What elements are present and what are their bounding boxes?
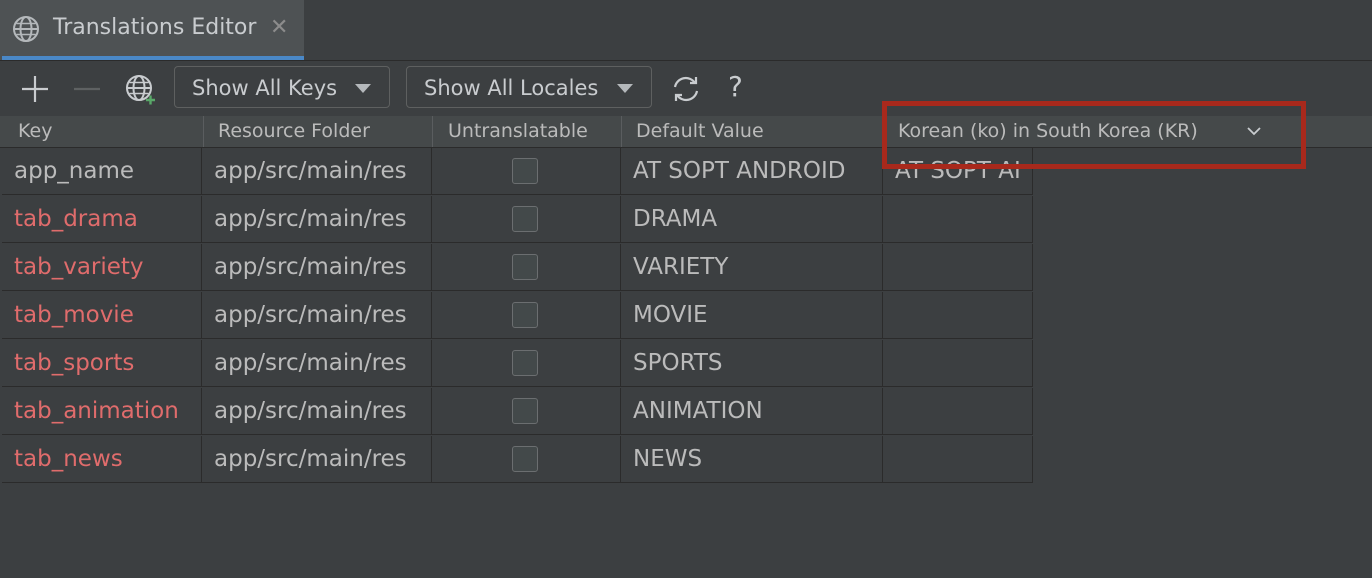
resource-folder-cell[interactable]: app/src/main/res: [202, 244, 432, 291]
default-value-cell[interactable]: ANIMATION: [621, 388, 883, 435]
table-row[interactable]: app_name app/src/main/res AT SOPT ANDROID A…: [2, 148, 1033, 196]
untranslatable-checkbox[interactable]: [512, 206, 538, 232]
tab-title: Translations Editor: [53, 15, 257, 40]
key-cell[interactable]: tab_news: [2, 436, 202, 483]
key-cell[interactable]: tab_movie: [2, 292, 202, 339]
add-locale-globe-icon[interactable]: [124, 73, 156, 105]
translations-table: app_name app/src/main/res AT SOPT ANDROID A…: [2, 148, 1033, 484]
reload-icon[interactable]: [670, 74, 702, 104]
chevron-down-icon: [355, 84, 371, 93]
column-separator: [883, 116, 884, 147]
untranslatable-cell: [432, 388, 621, 435]
locale-value-cell[interactable]: AT SOPT AI: [883, 148, 1033, 195]
table-row[interactable]: tab_variety app/src/main/res VARIETY: [2, 244, 1033, 292]
locale-value-cell[interactable]: [883, 244, 1033, 291]
locale-value-cell[interactable]: [883, 388, 1033, 435]
column-header-locale[interactable]: Korean (ko) in South Korea (KR): [898, 116, 1198, 147]
locale-value-cell[interactable]: [883, 196, 1033, 243]
resource-folder-cell[interactable]: app/src/main/res: [202, 196, 432, 243]
default-value-cell[interactable]: MOVIE: [621, 292, 883, 339]
editor-tab-bar: Translations Editor ✕: [0, 0, 1372, 61]
table-row[interactable]: tab_animation app/src/main/res ANIMATION: [2, 388, 1033, 436]
column-header-default-value[interactable]: Default Value: [636, 116, 764, 147]
untranslatable-checkbox[interactable]: [512, 302, 538, 328]
locale-value-cell[interactable]: [883, 292, 1033, 339]
show-all-keys-dropdown[interactable]: Show All Keys: [174, 66, 390, 108]
minus-icon[interactable]: [72, 74, 102, 104]
untranslatable-checkbox[interactable]: [512, 254, 538, 280]
table-row[interactable]: tab_sports app/src/main/res SPORTS: [2, 340, 1033, 388]
column-separator: [203, 116, 204, 147]
untranslatable-cell: [432, 148, 621, 195]
active-tab-indicator: [2, 56, 304, 60]
close-icon[interactable]: ✕: [270, 15, 288, 40]
resource-folder-cell[interactable]: app/src/main/res: [202, 292, 432, 339]
table-row[interactable]: tab_movie app/src/main/res MOVIE: [2, 292, 1033, 340]
default-value-cell[interactable]: NEWS: [621, 436, 883, 483]
column-header-resource-folder[interactable]: Resource Folder: [218, 116, 370, 147]
locale-value-cell[interactable]: [883, 436, 1033, 483]
column-separator: [432, 116, 433, 147]
default-value-cell[interactable]: DRAMA: [621, 196, 883, 243]
resource-folder-cell[interactable]: app/src/main/res: [202, 388, 432, 435]
key-cell[interactable]: tab_sports: [2, 340, 202, 387]
untranslatable-checkbox[interactable]: [512, 398, 538, 424]
untranslatable-checkbox[interactable]: [512, 158, 538, 184]
show-all-keys-label: Show All Keys: [192, 76, 338, 100]
chevron-down-icon[interactable]: [1246, 123, 1262, 139]
untranslatable-cell: [432, 196, 621, 243]
untranslatable-checkbox[interactable]: [512, 446, 538, 472]
key-cell[interactable]: tab_animation: [2, 388, 202, 435]
column-separator: [621, 116, 622, 147]
column-header-key[interactable]: Key: [18, 116, 52, 147]
tab-translations-editor[interactable]: Translations Editor ✕: [0, 0, 304, 60]
table-row[interactable]: tab_news app/src/main/res NEWS: [2, 436, 1033, 484]
default-value-cell[interactable]: SPORTS: [621, 340, 883, 387]
table-header: Key Resource Folder Untranslatable Defau…: [0, 116, 1372, 148]
help-icon[interactable]: ?: [728, 70, 743, 103]
show-all-locales-dropdown[interactable]: Show All Locales: [406, 66, 652, 108]
locale-value-cell[interactable]: [883, 340, 1033, 387]
plus-icon[interactable]: [20, 74, 50, 104]
column-header-untranslatable[interactable]: Untranslatable: [448, 116, 588, 147]
untranslatable-cell: [432, 436, 621, 483]
untranslatable-cell: [432, 340, 621, 387]
key-cell[interactable]: app_name: [2, 148, 202, 195]
globe-icon: [13, 16, 39, 42]
resource-folder-cell[interactable]: app/src/main/res: [202, 148, 432, 195]
default-value-cell[interactable]: AT SOPT ANDROID: [621, 148, 883, 195]
chevron-down-icon: [617, 84, 633, 93]
untranslatable-cell: [432, 244, 621, 291]
default-value-cell[interactable]: VARIETY: [621, 244, 883, 291]
show-all-locales-label: Show All Locales: [424, 76, 599, 100]
resource-folder-cell[interactable]: app/src/main/res: [202, 436, 432, 483]
key-cell[interactable]: tab_drama: [2, 196, 202, 243]
untranslatable-checkbox[interactable]: [512, 350, 538, 376]
key-cell[interactable]: tab_variety: [2, 244, 202, 291]
untranslatable-cell: [432, 292, 621, 339]
resource-folder-cell[interactable]: app/src/main/res: [202, 340, 432, 387]
table-row[interactable]: tab_drama app/src/main/res DRAMA: [2, 196, 1033, 244]
